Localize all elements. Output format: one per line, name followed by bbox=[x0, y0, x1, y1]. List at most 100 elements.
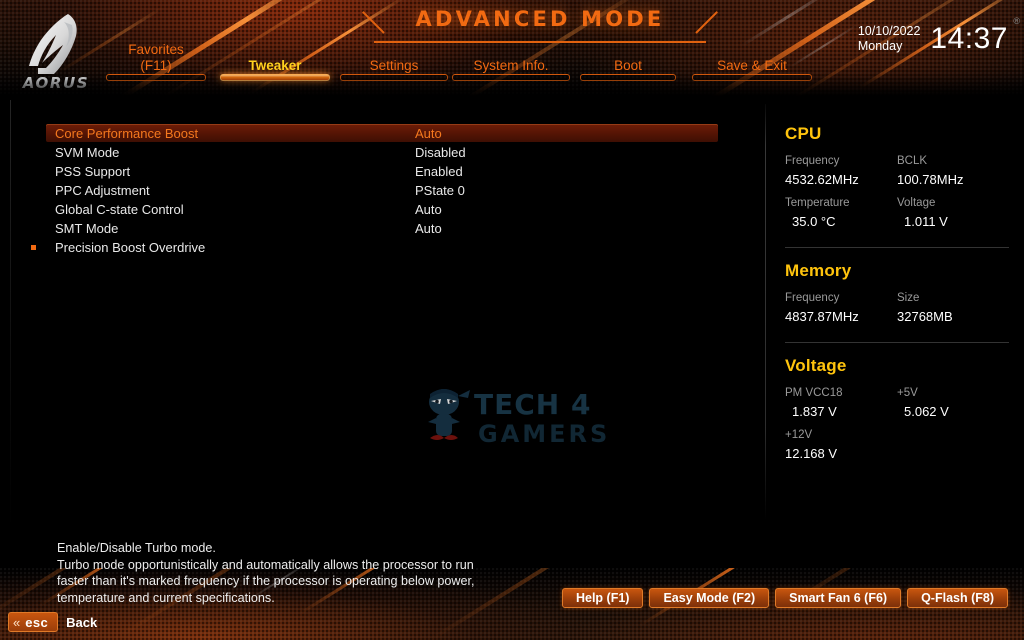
page-title: ADVANCED MODE bbox=[415, 7, 665, 31]
setting-name: Precision Boost Overdrive bbox=[55, 239, 206, 255]
help-text-box: Enable/Disable Turbo mode. Turbo mode op… bbox=[57, 540, 577, 606]
monitor-row: +12V 12.168 V bbox=[785, 427, 1009, 469]
setting-row[interactable]: Core Performance Boost Auto bbox=[46, 124, 718, 142]
left-edge-divider bbox=[10, 100, 11, 530]
submenu-bullet-icon bbox=[31, 245, 36, 250]
monitor-section: Voltage PM VCC18 1.837 V +5V 5.062 V +12V 12.1… bbox=[785, 356, 1009, 469]
monitor-cell: +12V 12.168 V bbox=[785, 427, 897, 469]
monitor-cell: PM VCC18 1.837 V bbox=[785, 385, 897, 427]
help-button-label: Help (F1) bbox=[575, 591, 630, 605]
setting-value[interactable]: PState 0 bbox=[415, 183, 465, 198]
q-flash-button[interactable]: Q-Flash (F8) bbox=[907, 588, 1008, 608]
monitor-separator bbox=[785, 342, 1009, 343]
monitor-label: PM VCC18 bbox=[785, 387, 843, 399]
monitor-label: Voltage bbox=[897, 197, 936, 209]
tab-settings-label: Settings bbox=[369, 58, 419, 73]
header-bar: AORUS ADVANCED MODE 10/10/2022 Monday 14… bbox=[0, 0, 1024, 100]
monitor-cell: Temperature 35.0 °C bbox=[785, 195, 897, 237]
hardware-monitor-panel: CPU Frequency 4532.62MHz BCLK 100.78MHz Tempe… bbox=[785, 124, 1009, 479]
help-line-2: Turbo mode opportunistically and automat… bbox=[57, 557, 474, 572]
setting-name: SMT Mode bbox=[55, 220, 119, 236]
vertical-divider bbox=[765, 104, 766, 520]
monitor-cell: Voltage 1.011 V bbox=[897, 195, 1009, 237]
monitor-cell: BCLK 100.78MHz bbox=[897, 153, 1009, 195]
esc-back-control[interactable]: « esc Back bbox=[8, 612, 97, 632]
monitor-section-title: Voltage bbox=[785, 356, 847, 375]
setting-row[interactable]: PSS Support Enabled bbox=[46, 162, 718, 180]
easy-mode-button[interactable]: Easy Mode (F2) bbox=[649, 588, 770, 608]
setting-row[interactable]: SMT Mode Auto bbox=[46, 219, 718, 237]
esc-key-pill[interactable]: « esc bbox=[8, 612, 59, 632]
header-fade bbox=[0, 74, 1024, 100]
monitor-value: 32768MB bbox=[897, 309, 953, 324]
easy-mode-button-label: Easy Mode (F2) bbox=[663, 591, 756, 605]
setting-value[interactable]: Auto bbox=[415, 202, 442, 217]
smart-fan-button[interactable]: Smart Fan 6 (F6) bbox=[775, 588, 902, 608]
monitor-row: PM VCC18 1.837 V +5V 5.062 V bbox=[785, 385, 1009, 427]
monitor-value: 4837.87MHz bbox=[785, 309, 859, 324]
monitor-label: BCLK bbox=[897, 155, 928, 167]
setting-name: PSS Support bbox=[55, 163, 131, 179]
monitor-separator bbox=[785, 247, 1009, 248]
tab-boot-label: Boot bbox=[614, 58, 642, 73]
tech4gamers-watermark: TECH 4 GAMERS bbox=[418, 378, 614, 452]
esc-key-label: esc bbox=[25, 614, 49, 630]
monitor-section: Memory Frequency 4837.87MHz Size 32768MB bbox=[785, 261, 1009, 332]
monitor-cell: Frequency 4837.87MHz bbox=[785, 290, 897, 332]
monitor-row: Frequency 4837.87MHz Size 32768MB bbox=[785, 290, 1009, 332]
setting-name: Core Performance Boost bbox=[55, 125, 199, 141]
smart-fan-button-label: Smart Fan 6 (F6) bbox=[789, 591, 888, 605]
q-flash-button-label: Q-Flash (F8) bbox=[921, 591, 994, 605]
monitor-value: 4532.62MHz bbox=[785, 172, 859, 187]
setting-value[interactable]: Auto bbox=[415, 221, 442, 236]
monitor-value: 100.78MHz bbox=[897, 172, 964, 187]
monitor-cell: +5V 5.062 V bbox=[897, 385, 1009, 427]
monitor-value: 5.062 V bbox=[904, 404, 949, 419]
help-line-3: faster than it's marked frequency if the… bbox=[57, 574, 475, 588]
tab-system-info-label: System Info. bbox=[473, 58, 549, 73]
monitor-label: Frequency bbox=[785, 155, 840, 167]
chevron-left-icon: « bbox=[13, 614, 21, 630]
monitor-label: Temperature bbox=[785, 197, 850, 209]
monitor-value: 12.168 V bbox=[785, 446, 838, 461]
monitor-value: 1.837 V bbox=[792, 404, 837, 419]
setting-name: Global C-state Control bbox=[55, 201, 184, 217]
date-text: 10/10/2022 bbox=[857, 24, 921, 38]
monitor-label: Size bbox=[897, 292, 920, 304]
monitor-row: Temperature 35.0 °C Voltage 1.011 V bbox=[785, 195, 1009, 237]
monitor-label: +5V bbox=[897, 387, 918, 399]
tab-save-exit-label: Save & Exit bbox=[717, 58, 787, 73]
setting-value[interactable]: Enabled bbox=[415, 164, 463, 179]
help-line-1: Enable/Disable Turbo mode. bbox=[57, 541, 216, 555]
monitor-section: CPU Frequency 4532.62MHz BCLK 100.78MHz Tempe… bbox=[785, 124, 1009, 237]
setting-row[interactable]: Global C-state Control Auto bbox=[46, 200, 718, 218]
monitor-section-title: Memory bbox=[785, 261, 852, 280]
monitor-value: 35.0 °C bbox=[792, 214, 836, 229]
help-button[interactable]: Help (F1) bbox=[561, 588, 644, 608]
setting-row[interactable]: SVM Mode Disabled bbox=[46, 143, 718, 161]
monitor-row: Frequency 4532.62MHz BCLK 100.78MHz bbox=[785, 153, 1009, 195]
monitor-section-title: CPU bbox=[785, 124, 822, 143]
monitor-label: +12V bbox=[785, 429, 813, 441]
help-line-4: temperature and current specifications. bbox=[57, 590, 275, 605]
monitor-label: Frequency bbox=[785, 292, 840, 304]
watermark-line2: GAMERS bbox=[478, 420, 610, 448]
setting-name: PPC Adjustment bbox=[55, 182, 150, 198]
setting-value[interactable]: Auto bbox=[415, 126, 442, 141]
setting-row[interactable]: PPC Adjustment PState 0 bbox=[46, 181, 718, 199]
function-button-bar: Help (F1) Easy Mode (F2) Smart Fan 6 (F6) Q… bbox=[561, 588, 1008, 608]
monitor-cell: Frequency 4532.62MHz bbox=[785, 153, 897, 195]
tab-tweaker-label: Tweaker bbox=[248, 58, 302, 73]
watermark-line1: TECH 4 bbox=[474, 388, 591, 421]
monitor-value: 1.011 V bbox=[904, 214, 948, 229]
registered-mark: ® bbox=[1013, 16, 1020, 26]
tab-favorites-label: Favorites (F11) bbox=[128, 42, 184, 73]
content-area: Core Performance Boost Auto SVM Mode Disabl… bbox=[0, 100, 1024, 530]
setting-value[interactable]: Disabled bbox=[415, 145, 466, 160]
monitor-cell: Size 32768MB bbox=[897, 290, 1009, 332]
back-label: Back bbox=[66, 614, 98, 630]
time-text: 14:37 bbox=[930, 22, 1008, 55]
settings-list: Core Performance Boost Auto SVM Mode Disabl… bbox=[31, 124, 718, 257]
setting-name: SVM Mode bbox=[55, 144, 120, 160]
setting-row[interactable]: Precision Boost Overdrive bbox=[31, 238, 718, 256]
